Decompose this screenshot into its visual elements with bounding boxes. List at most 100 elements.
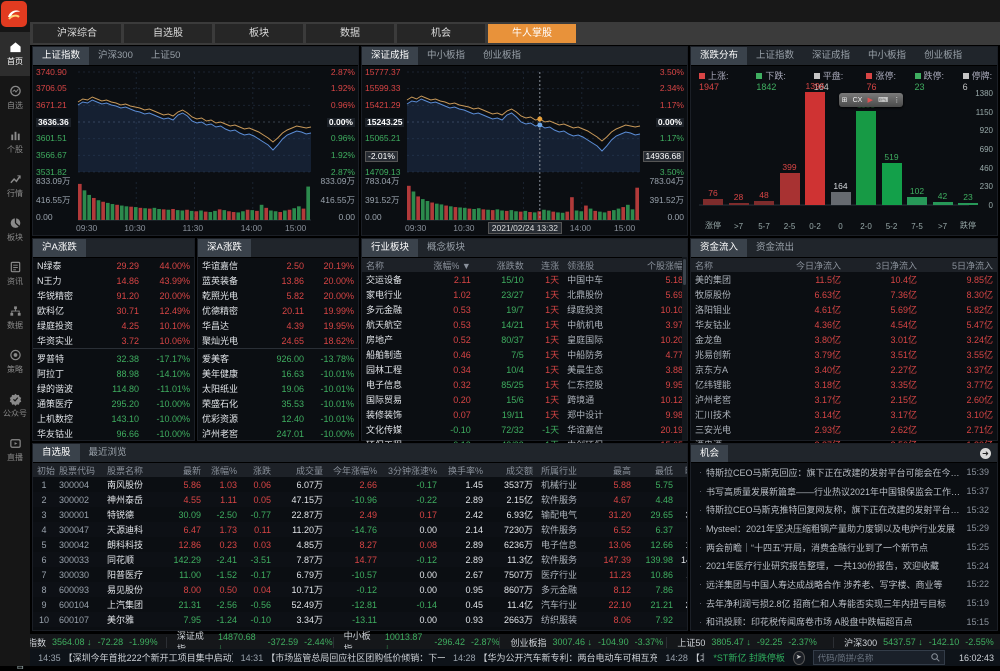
index-summary-5[interactable]: 沪深300 5437.57 ↓ -142.10 -2.55% bbox=[833, 637, 1000, 648]
industry-row[interactable]: 交运设备 2.11 15/10 1天 中国中车 5.18 bbox=[362, 272, 687, 287]
sidebar-item-8[interactable]: 公众号 bbox=[0, 384, 30, 428]
sidebar-item-9[interactable]: 直播 bbox=[0, 428, 30, 472]
industry-scrollbar[interactable] bbox=[682, 257, 687, 440]
watchlist-row[interactable]: 2 300002 神州泰岳 4.55 1.11 0.05 47.15万 -10.… bbox=[33, 492, 688, 507]
news-item[interactable]: · 去年净利润亏损2.8亿 招商仁和人寿能否实现三年内扭亏目标 15:19 bbox=[691, 594, 997, 613]
capture-toolbar-item-4[interactable]: ⋮ bbox=[893, 96, 900, 104]
industry-row[interactable]: 装修装饰 0.07 19/11 1天 郑中设计 9.98 bbox=[362, 407, 687, 422]
industry-tab-0[interactable]: 行业板块 bbox=[362, 239, 418, 257]
watchlist-row[interactable]: 7 300030 阳普医疗 11.00 -1.52 -0.17 6.79万 -1… bbox=[33, 567, 688, 582]
nav-tab-1[interactable]: 自选股 bbox=[124, 24, 212, 43]
watchlist-row[interactable]: 3 300001 特锐德 30.09 -2.50 -0.77 22.87万 2.… bbox=[33, 507, 688, 522]
list-item[interactable]: 美年健康16.63-10.01% bbox=[198, 366, 358, 381]
watchlist-col-header[interactable]: 成交额 bbox=[487, 463, 537, 477]
index-summary-4[interactable]: 上证50 3805.47 ↓ -92.25 -2.37% bbox=[666, 637, 833, 648]
list-item[interactable]: 通策医疗295.20-10.00% bbox=[33, 396, 194, 411]
list-item[interactable]: 太阳纸业19.06-10.01% bbox=[198, 381, 358, 396]
news-item[interactable]: · Mysteel：2021年坚决压缩粗钢产量助力废钢以及电炉行业发展 15:2… bbox=[691, 519, 997, 538]
hist-bar[interactable] bbox=[856, 111, 876, 205]
fundflow-tab-1[interactable]: 资金流出 bbox=[747, 239, 803, 257]
sidebar-item-3[interactable]: 行情 bbox=[0, 164, 30, 208]
hist-bar[interactable] bbox=[754, 201, 774, 205]
watchlist-row[interactable]: 6 300033 同花顺 142.29 -2.41 -3.51 7.87万 14… bbox=[33, 552, 688, 567]
industry-col-header[interactable]: 涨跌数 bbox=[475, 258, 528, 272]
news-expand-icon[interactable]: ➜ bbox=[980, 448, 991, 459]
watchlist-col-header[interactable]: 所属行业 bbox=[537, 463, 593, 477]
watchlist-col-header[interactable]: 股票名称 bbox=[103, 463, 163, 477]
list-item[interactable]: 欧科亿30.7112.49% bbox=[33, 303, 194, 318]
list-item[interactable]: 蓝英装备13.8620.00% bbox=[198, 273, 358, 288]
fundflow-row[interactable]: 洛阳钼业 4.61亿 5.69亿 5.82亿 bbox=[691, 302, 997, 317]
sidebar-item-2[interactable]: 个股 bbox=[0, 120, 30, 164]
list-item[interactable]: 泸州老窖247.01-10.00% bbox=[198, 426, 358, 441]
nav-tab-5[interactable]: 牛人掌股 bbox=[488, 24, 576, 43]
chart-tab-0[interactable]: 深证成指 bbox=[362, 47, 418, 65]
fundflow-row[interactable]: 牧原股份 6.63亿 7.36亿 8.30亿 bbox=[691, 287, 997, 302]
fundflow-tab-0[interactable]: 资金流入 bbox=[691, 239, 747, 257]
watchlist-col-header[interactable]: 最新 bbox=[163, 463, 205, 477]
industry-col-header[interactable]: 领涨股 bbox=[563, 258, 627, 272]
chart-tab-2[interactable]: 创业板指 bbox=[474, 47, 530, 65]
list-item[interactable]: 爱美客926.00-13.78% bbox=[198, 351, 358, 366]
industry-row[interactable]: 文化传媒 -0.10 72/32 -1天 华谊嘉信 20.19 bbox=[362, 422, 687, 437]
chart-tab-2[interactable]: 上证50 bbox=[142, 47, 190, 65]
chart-tab-0[interactable]: 上证指数 bbox=[33, 47, 89, 65]
watchlist-col-header[interactable]: 涨跌 bbox=[241, 463, 275, 477]
ticker-item-1[interactable]: 14:31【市场监管总局回应社区团购低价倾销：下一步加大监… bbox=[241, 651, 445, 664]
industry-col-header[interactable]: 名称 bbox=[362, 258, 426, 272]
ticker-more-icon[interactable]: ➤ bbox=[793, 651, 805, 665]
list-item[interactable]: 荣盛石化35.53-10.01% bbox=[198, 396, 358, 411]
hist-bar[interactable] bbox=[729, 203, 749, 205]
index-summary-3[interactable]: 创业板指 3007.46 ↓ -104.90 -3.37% bbox=[499, 637, 666, 648]
industry-row[interactable]: 电子信息 0.32 85/25 1天 仁东控股 9.95 bbox=[362, 377, 687, 392]
watchlist-row[interactable]: 10 600107 美尔雅 7.95 -1.24 -0.10 3.34万 -13… bbox=[33, 612, 688, 627]
capture-toolbar-item-3[interactable]: ⌨ bbox=[878, 96, 888, 104]
watchlist-col-header[interactable]: 昨收 bbox=[677, 463, 688, 477]
sidebar-item-0[interactable]: 首页 bbox=[0, 32, 30, 76]
watchlist-col-header[interactable]: 换手率% bbox=[441, 463, 487, 477]
list-item[interactable]: 华昌达4.3919.95% bbox=[198, 318, 358, 333]
watchlist-row[interactable]: 4 300047 天源迪科 6.47 1.73 0.11 11.20万 -14.… bbox=[33, 522, 688, 537]
list-item[interactable]: 绿的谐波114.80-11.01% bbox=[33, 381, 194, 396]
hist-bar[interactable] bbox=[805, 92, 825, 205]
watchlist-col-header[interactable]: 初始 bbox=[33, 463, 55, 477]
news-item[interactable]: · 两会前瞻｜“十四五”开局，消费金融行业到了一个新节点 15:25 bbox=[691, 538, 997, 557]
nav-tab-3[interactable]: 数据 bbox=[306, 24, 394, 43]
watchlist-col-header[interactable]: 3分钟涨速% bbox=[381, 463, 441, 477]
hist-bar[interactable] bbox=[780, 173, 800, 205]
list-item[interactable]: 华友钴业96.66-10.00% bbox=[33, 426, 194, 441]
list-item[interactable]: 优彩资源12.40-10.01% bbox=[198, 411, 358, 426]
intraday-chart[interactable]: 3740.903706.053671.213636.363601.513566.… bbox=[33, 66, 358, 234]
list-item[interactable]: 优德精密20.1119.99% bbox=[198, 303, 358, 318]
fundflow-row[interactable]: 金龙鱼 3.80亿 3.01亿 3.24亿 bbox=[691, 332, 997, 347]
fundflow-row[interactable]: 汇川技术 3.14亿 3.17亿 3.10亿 bbox=[691, 407, 997, 422]
industry-row[interactable]: 家电行业 1.02 23/27 1天 北鼎股份 5.69 bbox=[362, 287, 687, 302]
list-item[interactable]: 聚灿光电24.6518.62% bbox=[198, 333, 358, 349]
stock-search-input[interactable]: 代码/简拼/名称 bbox=[813, 650, 945, 665]
news-item[interactable]: · 特斯拉CEO马斯克推特回复网友称，旗下正在改建的发射平台“火卫一”（Phob… bbox=[691, 500, 997, 519]
fundflow-row[interactable]: 三安光电 2.93亿 2.62亿 2.71亿 bbox=[691, 422, 997, 437]
industry-row[interactable]: 航天航空 0.53 14/21 1天 中航机电 3.97 bbox=[362, 317, 687, 332]
capture-toolbar-item-2[interactable]: ▶ bbox=[868, 96, 873, 104]
fundflow-col-header[interactable]: 3日净流入 bbox=[845, 258, 921, 272]
sidebar-item-7[interactable]: 策略 bbox=[0, 340, 30, 384]
nav-tab-0[interactable]: 沪深综合 bbox=[33, 24, 121, 43]
capture-toolbar-item-0[interactable]: ⊞ bbox=[842, 96, 848, 104]
ticker-item-3[interactable]: 14:28【北京 bbox=[665, 651, 705, 664]
list-item[interactable]: 罗普特32.38-17.17% bbox=[33, 351, 194, 366]
fundflow-col-header[interactable]: 5日净流入 bbox=[921, 258, 997, 272]
industry-row[interactable]: 船舶制造 0.46 7/5 1天 中船防务 4.77 bbox=[362, 347, 687, 362]
chart-tab-1[interactable]: 沪深300 bbox=[89, 47, 142, 65]
fundflow-row[interactable]: 华友钴业 4.36亿 4.54亿 5.47亿 bbox=[691, 317, 997, 332]
industry-row[interactable]: 房地产 0.52 80/37 1天 皇庭国际 10.20 bbox=[362, 332, 687, 347]
fundflow-row[interactable]: 泸州老窖 3.17亿 2.15亿 2.60亿 bbox=[691, 392, 997, 407]
fundflow-col-header[interactable]: 今日净流入 bbox=[769, 258, 845, 272]
watchlist-tab-0[interactable]: 自选股 bbox=[33, 444, 80, 462]
sidebar-item-6[interactable]: 数据 bbox=[0, 296, 30, 340]
fundflow-row[interactable]: 兆易创新 3.79亿 3.51亿 3.55亿 bbox=[691, 347, 997, 362]
watchlist-row[interactable]: 9 600104 上汽集团 21.31 -2.56 -0.56 52.49万 -… bbox=[33, 597, 688, 612]
fundflow-row[interactable]: 美的集团 11.5亿 10.4亿 9.85亿 bbox=[691, 272, 997, 287]
watchlist-col-header[interactable]: 股票代码 bbox=[55, 463, 103, 477]
news-item[interactable]: · 远洋集团与中国人寿达成战略合作 涉养老、写字楼、商业等 15:22 bbox=[691, 575, 997, 594]
watchlist-tab-1[interactable]: 最近浏览 bbox=[80, 444, 136, 462]
